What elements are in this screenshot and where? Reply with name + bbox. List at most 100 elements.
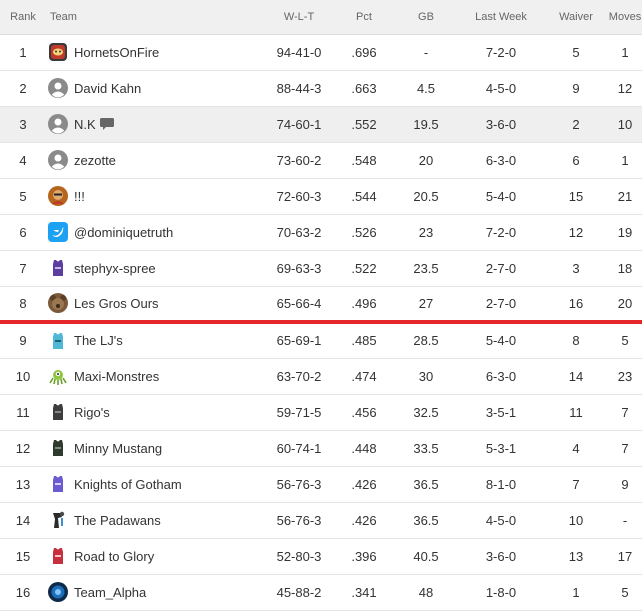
last-week-cell: 4-5-0 xyxy=(485,512,517,528)
rank-cell: 16 xyxy=(15,584,31,600)
wlt-cell: 65-69-1 xyxy=(276,333,322,349)
wlt-cell: 88-44-3 xyxy=(276,80,322,96)
table-row: 15 Road to Glory 52-80-3 .396 40.5 3-6-0… xyxy=(0,538,642,574)
wlt-cell: 94-41-0 xyxy=(276,44,322,60)
waiver-cell: 14 xyxy=(568,368,584,384)
photo-avatar-icon xyxy=(48,186,68,206)
message-icon[interactable] xyxy=(99,118,114,130)
jersey-red-icon xyxy=(48,546,68,566)
jersey-teal-icon xyxy=(48,331,68,351)
pct-cell: .663 xyxy=(351,80,377,96)
team-cell: stephyx-spree xyxy=(46,250,264,286)
team-cell: HornetsOnFire xyxy=(46,34,264,70)
header-pct[interactable]: Pct xyxy=(334,0,394,34)
header-wlt[interactable]: W-L-T xyxy=(264,0,334,34)
team-name-link[interactable]: Minny Mustang xyxy=(74,441,162,456)
jersey-dark-icon xyxy=(48,402,68,422)
last-week-cell: 7-2-0 xyxy=(485,44,517,60)
wlt-cell: 52-80-3 xyxy=(276,548,322,564)
pct-cell: .426 xyxy=(351,512,377,528)
wlt-cell: 74-60-1 xyxy=(276,116,322,132)
team-name-link[interactable]: The Padawans xyxy=(74,513,161,528)
waiver-cell: 10 xyxy=(568,512,584,528)
waiver-cell: 11 xyxy=(569,404,583,420)
twitter-icon xyxy=(48,222,68,242)
moves-cell: 18 xyxy=(617,260,633,276)
gb-cell: 36.5 xyxy=(413,512,439,528)
waiver-cell: 12 xyxy=(568,224,584,240)
waiver-cell: 5 xyxy=(572,44,580,60)
team-name-link[interactable]: !!! xyxy=(74,189,85,204)
header-moves[interactable]: Moves xyxy=(608,0,642,34)
pct-cell: .474 xyxy=(351,368,377,384)
team-name-link[interactable]: Team_Alpha xyxy=(74,585,146,600)
last-week-cell: 7-2-0 xyxy=(485,224,517,240)
moves-cell: 1 xyxy=(621,44,629,60)
team-name-link[interactable]: HornetsOnFire xyxy=(74,45,159,60)
table-row: 6 @dominiquetruth 70-63-2 .526 23 7-2-0 … xyxy=(0,214,642,250)
team-cell: Minny Mustang xyxy=(46,430,264,466)
table-row: 1 HornetsOnFire 94-41-0 .696 - 7-2-0 5 1 xyxy=(0,34,642,70)
table-row: 4 zezotte 73-60-2 .548 20 6-3-0 6 1 xyxy=(0,142,642,178)
header-waiver[interactable]: Waiver xyxy=(544,0,608,34)
wlt-cell: 69-63-3 xyxy=(276,260,322,276)
wlt-cell: 60-74-1 xyxy=(276,440,322,456)
default-user-icon xyxy=(48,78,68,98)
header-rank[interactable]: Rank xyxy=(0,0,46,34)
team-cell: Rigo's xyxy=(46,394,264,430)
table-row: 7 stephyx-spree 69-63-3 .522 23.5 2-7-0 … xyxy=(0,250,642,286)
padawan-figure-icon xyxy=(48,510,68,530)
moves-cell: - xyxy=(622,512,628,528)
team-name-link[interactable]: Road to Glory xyxy=(74,549,154,564)
pct-cell: .548 xyxy=(351,152,377,168)
team-name-link[interactable]: Knights of Gotham xyxy=(74,477,182,492)
last-week-cell: 6-3-0 xyxy=(485,152,517,168)
moves-cell: 7 xyxy=(621,440,629,456)
pct-cell: .341 xyxy=(351,584,377,600)
header-gb[interactable]: GB xyxy=(394,0,458,34)
team-cell: David Kahn xyxy=(46,70,264,106)
moves-cell: 21 xyxy=(617,188,633,204)
team-cell: N.K xyxy=(46,106,264,142)
team-name-link[interactable]: N.K xyxy=(74,117,96,132)
team-cell: The Padawans xyxy=(46,502,264,538)
rank-cell: 1 xyxy=(19,44,27,60)
table-row: 8 Les Gros Ours 65-66-4 .496 27 2-7-0 16… xyxy=(0,286,642,322)
team-name-link[interactable]: @dominiquetruth xyxy=(74,225,173,240)
pct-cell: .396 xyxy=(351,548,377,564)
moves-cell: 17 xyxy=(617,548,633,564)
moves-cell: 23 xyxy=(617,368,633,384)
gb-cell: 30 xyxy=(418,368,434,384)
table-row: 12 Minny Mustang 60-74-1 .448 33.5 5-3-1… xyxy=(0,430,642,466)
jersey-purple-icon xyxy=(48,258,68,278)
moves-cell: 19 xyxy=(617,224,633,240)
wlt-cell: 45-88-2 xyxy=(276,584,322,600)
rank-cell: 13 xyxy=(15,476,31,492)
waiver-cell: 3 xyxy=(572,260,580,276)
rank-cell: 14 xyxy=(15,512,31,528)
gb-cell: 19.5 xyxy=(413,116,439,132)
team-name-link[interactable]: David Kahn xyxy=(74,81,141,96)
team-name-link[interactable]: Rigo's xyxy=(74,405,110,420)
header-team[interactable]: Team xyxy=(46,0,264,34)
team-name-link[interactable]: zezotte xyxy=(74,153,116,168)
pct-cell: .522 xyxy=(351,260,377,276)
jersey-purple-icon xyxy=(48,474,68,494)
team-name-link[interactable]: The LJ's xyxy=(74,333,123,348)
gb-cell: 20 xyxy=(418,152,434,168)
pct-cell: .456 xyxy=(351,404,377,420)
team-name-link[interactable]: Les Gros Ours xyxy=(74,296,159,311)
gb-cell: 33.5 xyxy=(413,440,439,456)
moves-cell: 9 xyxy=(621,476,629,492)
bear-avatar-icon xyxy=(48,293,68,314)
team-cell: @dominiquetruth xyxy=(46,214,264,250)
team-name-link[interactable]: Maxi-Monstres xyxy=(74,369,159,384)
pct-cell: .696 xyxy=(351,44,377,60)
gb-cell: 20.5 xyxy=(413,188,439,204)
gb-cell: 28.5 xyxy=(413,333,439,349)
rank-cell: 10 xyxy=(15,368,31,384)
header-last-week[interactable]: Last Week xyxy=(458,0,544,34)
team-cell: !!! xyxy=(46,178,264,214)
gb-cell: 23.5 xyxy=(413,260,439,276)
team-name-link[interactable]: stephyx-spree xyxy=(74,261,156,276)
